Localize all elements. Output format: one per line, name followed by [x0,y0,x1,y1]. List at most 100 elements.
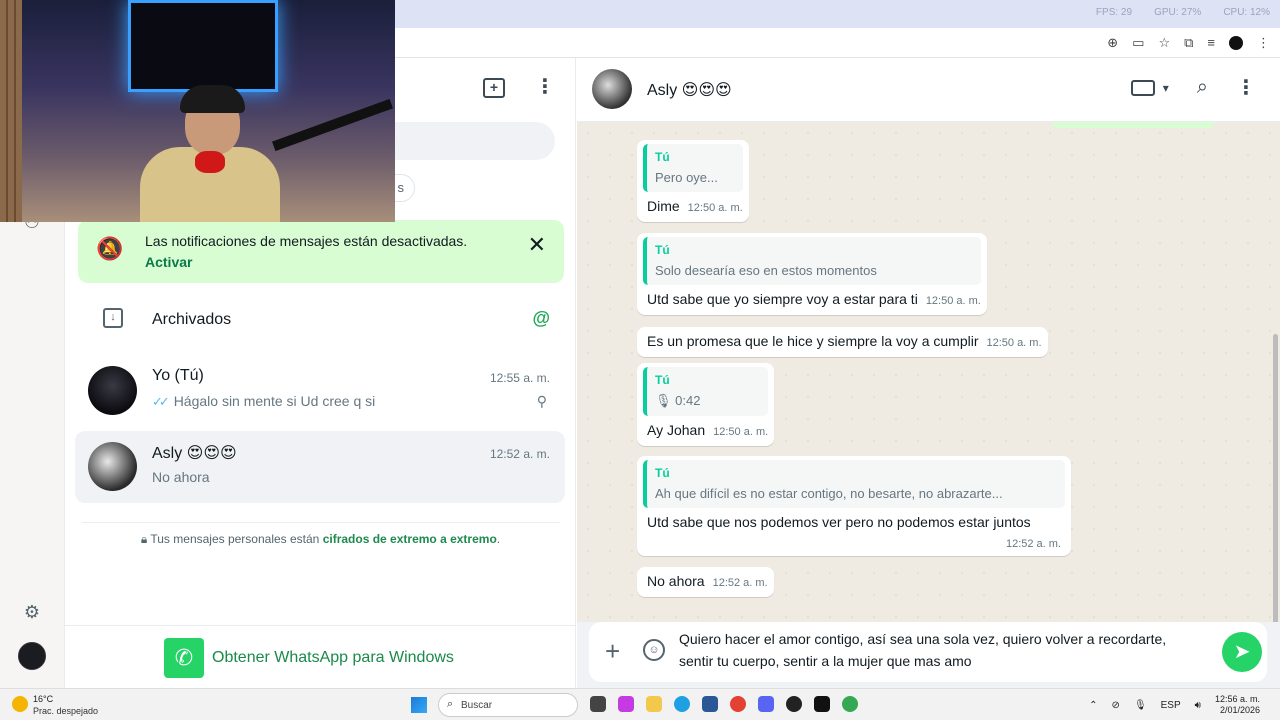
avatar[interactable] [592,69,632,109]
scrollbar[interactable] [1273,334,1278,622]
network-off-icon[interactable]: ⊘ [1112,700,1120,711]
weather-sun-icon[interactable] [12,696,28,712]
notification-banner: 🔕 Las notificaciones de mensajes están d… [78,220,564,283]
contact-name[interactable]: Asly 😍😍😍 [647,80,732,100]
get-app-banner[interactable]: ✆ Obtener WhatsApp para Windows [65,625,576,688]
chat-item-self[interactable]: Yo (Tú) 12:55 a. m. ✓✓ Hágalo sin mente … [75,355,565,427]
file-explorer-icon[interactable] [646,696,662,712]
quote-author: Tú [655,466,670,480]
discord-icon[interactable] [758,696,774,712]
message-time: 12:50 a. m. [713,426,769,438]
message-input-text[interactable]: Quiero hacer el amor contigo, así sea un… [679,628,1199,672]
message-bubble[interactable]: Tú 🎙︎ 0:42 Ay Johan 12:50 a. m. [637,363,775,446]
bookmark-star-icon[interactable]: ☆ [1158,34,1170,52]
divider [82,522,560,523]
clock-time: 12:56 a. m. [1214,694,1260,704]
webcam-wall [0,0,22,222]
fps-stat: FPS: 29 [1095,7,1133,18]
message-input[interactable]: + ☺ Quiero hacer el amor contigo, así se… [589,622,1267,682]
quoted-message[interactable]: Tú Ah que difícil es no estar contigo, n… [643,460,1065,508]
weather-desc: Prac. despejado [33,706,99,716]
activate-notifications-link[interactable]: Activar [145,254,192,270]
message-time: 12:50 a. m. [687,202,743,214]
encryption-text: Tus mensajes personales están [150,532,320,546]
message-bubble[interactable]: Tú Solo desearía eso en estos momentos U… [637,233,987,315]
overlay-stats: FPS: 29 GPU: 27% CPU: 12% [1096,7,1270,18]
task-view-icon[interactable] [590,696,606,712]
store-icon[interactable] [702,696,718,712]
search-icon[interactable]: ⌕ [1197,76,1208,99]
message-text: No ahora [647,573,705,589]
menu-icon[interactable]: ⋮ [1236,78,1256,98]
windows-start-icon[interactable] [411,697,427,713]
encryption-suffix: . [496,532,501,546]
extensions-icon[interactable]: ⧉ [1184,34,1193,52]
mention-icon: @ [532,308,550,328]
new-chat-icon[interactable]: + [483,78,505,98]
archived-label: Archivados [152,311,232,328]
chat-item-asly[interactable]: Asly 😍😍😍 12:52 a. m. No ahora [75,431,565,503]
microphone-icon: 🎙︎ [655,393,672,408]
quote-text: Ah que difícil es no estar contigo, no b… [655,486,1003,501]
quoted-message[interactable]: Tú Solo desearía eso en estos momentos [643,237,981,285]
get-app-label[interactable]: Obtener WhatsApp para Windows [212,649,454,667]
message-bubble-partial [1052,122,1215,128]
profile-avatar[interactable] [1229,36,1243,50]
quoted-message[interactable]: Tú Pero oye... [643,144,743,192]
message-bubble[interactable]: Tú Ah que difícil es no estar contigo, n… [637,456,1071,556]
chrome-profile-icon[interactable] [842,696,858,712]
message-bubble[interactable]: Es un promesa que le hice y siempre la v… [637,327,1048,357]
clock[interactable]: 12:56 a. m. 2/01/2026 [1215,694,1260,716]
menu-icon[interactable]: ⋮ [535,77,555,98]
quote-text: Solo desearía eso en estos momentos [655,263,877,278]
chat-preview: ✓✓ Hágalo sin mente si Ud cree q si [152,393,375,410]
system-tray: ⌃ ⊘ 🎙︎ ESP 🔊︎ 12:56 a. m. 2/01/2026 [1089,694,1260,716]
search-icon: ⌕ [447,698,454,710]
zoom-icon[interactable]: ⊕ [1107,34,1118,52]
chat-name: Yo (Tú) [152,367,204,384]
edge-icon[interactable] [674,696,690,712]
voice-duration: 0:42 [675,393,701,408]
cast-icon[interactable]: ▭ [1132,34,1144,52]
video-icon [1130,79,1155,96]
attach-plus-icon[interactable]: + [605,636,620,667]
message-text: Dime [647,198,680,214]
video-call-button[interactable]: ▾ [1130,79,1169,96]
message-text: Es un promesa que le hice y siempre la v… [647,333,979,349]
lock-icon: 🔒︎ [140,532,148,546]
emoji-icon[interactable]: ☺ [643,639,665,661]
quoted-voice-message[interactable]: Tú 🎙︎ 0:42 [643,367,768,416]
conversation-header: Asly 😍😍😍 ▾ ⌕ ⋮ [577,58,1280,122]
archived-row[interactable]: ↓ Archivados @ [65,295,576,345]
obs-icon[interactable] [786,696,802,712]
taskbar: 16°C Prac. despejado ⌕ Buscar ⌃ ⊘ 🎙︎ ESP… [0,688,1280,720]
message-time: 12:50 a. m. [925,295,981,307]
taskbar-search[interactable]: ⌕ Buscar [438,693,578,717]
message-list: Tú Pero oye... Dime 12:50 a. m. Tú Solo d… [577,122,1280,622]
chrome-icon[interactable] [730,696,746,712]
chat-time: 12:52 a. m. [489,447,550,461]
profile-avatar[interactable] [18,642,46,670]
chevron-up-icon[interactable]: ⌃ [1089,700,1097,711]
microphone-icon[interactable]: 🎙︎ [1134,700,1147,711]
message-text: Ay Johan [647,422,706,438]
close-icon[interactable]: ✕ [528,232,546,258]
browser-menu-icon[interactable]: ⋮ [1257,34,1270,52]
avatar [88,366,137,415]
copilot-icon[interactable] [618,696,634,712]
volume-icon[interactable]: 🔊︎ [1195,700,1201,711]
send-button[interactable]: ➤ [1222,632,1262,672]
composer: + ☺ Quiero hacer el amor contigo, así se… [577,622,1280,688]
encryption-link[interactable]: cifrados de extremo a extremo [323,532,497,546]
message-bubble[interactable]: Tú Pero oye... Dime 12:50 a. m. [637,140,749,222]
gpu-stat: GPU: 27% [1154,7,1202,18]
language-indicator[interactable]: ESP [1161,700,1181,711]
reading-list-icon[interactable]: ≡ [1207,34,1215,52]
webcam-mic-arm [272,98,393,152]
message-text: Utd sabe que nos podemos ver pero no pod… [647,514,1031,530]
settings-gear-icon[interactable]: ⚙ [20,600,44,624]
notification-message: Las notificaciones de mensajes están des… [145,233,468,249]
archive-icon: ↓ [103,308,123,328]
tiktok-icon[interactable] [814,696,830,712]
message-bubble[interactable]: No ahora 12:52 a. m. [637,567,774,597]
